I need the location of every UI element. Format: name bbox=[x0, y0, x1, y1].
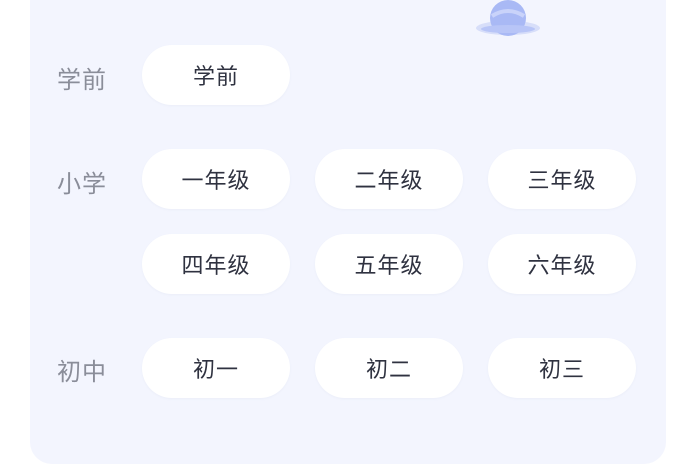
section-label-primary-school: 小学 bbox=[57, 170, 107, 198]
grade-option-grade-2[interactable]: 二年级 bbox=[315, 149, 463, 209]
section-label-preschool: 学前 bbox=[57, 66, 107, 94]
grade-option-grade-1[interactable]: 一年级 bbox=[142, 149, 290, 209]
planet-icon bbox=[476, 0, 540, 36]
grade-option-junior-1[interactable]: 初一 bbox=[142, 338, 290, 398]
grade-option-grade-6[interactable]: 六年级 bbox=[488, 234, 636, 294]
section-label-junior-high: 初中 bbox=[57, 358, 107, 386]
grade-option-grade-5[interactable]: 五年级 bbox=[315, 234, 463, 294]
grade-option-grade-4[interactable]: 四年级 bbox=[142, 234, 290, 294]
grade-option-grade-3[interactable]: 三年级 bbox=[488, 149, 636, 209]
grade-option-junior-3[interactable]: 初三 bbox=[488, 338, 636, 398]
grade-option-preschool[interactable]: 学前 bbox=[142, 45, 290, 105]
grade-option-junior-2[interactable]: 初二 bbox=[315, 338, 463, 398]
